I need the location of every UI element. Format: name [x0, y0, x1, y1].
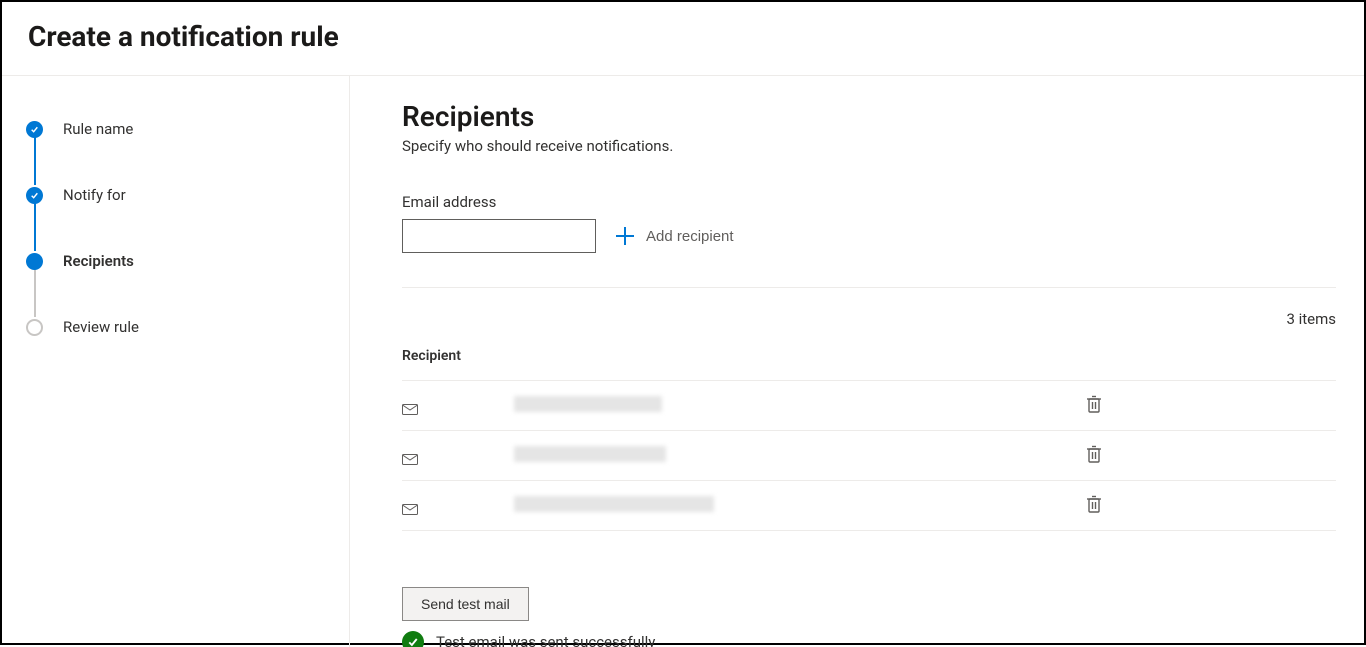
delete-recipient-button[interactable]	[1082, 391, 1106, 420]
step-dot-icon	[26, 319, 43, 336]
plus-icon	[616, 227, 634, 245]
step-label: Notify for	[63, 186, 126, 204]
table-row	[402, 481, 1336, 531]
page-title: Create a notification rule	[28, 20, 1338, 53]
mail-icon	[402, 450, 418, 461]
checkmark-icon	[26, 121, 43, 138]
content-area: Recipients Specify who should receive no…	[350, 76, 1364, 647]
recipients-table: Recipient	[402, 348, 1336, 531]
wizard-step-notify-for[interactable]: Notify for	[26, 186, 325, 252]
recipient-email	[514, 446, 1082, 466]
email-label: Email address	[402, 193, 1336, 211]
table-header-recipient: Recipient	[402, 348, 1336, 381]
checkmark-icon	[26, 187, 43, 204]
page-header: Create a notification rule	[2, 2, 1364, 76]
wizard-step-review-rule[interactable]: Review rule	[26, 318, 325, 336]
content-subtitle: Specify who should receive notifications…	[402, 137, 1336, 155]
delete-recipient-button[interactable]	[1082, 441, 1106, 470]
delete-recipient-button[interactable]	[1082, 491, 1106, 520]
mail-icon	[402, 500, 418, 511]
steps-list: Rule name Notify for Recipients Review rule	[26, 120, 325, 336]
add-recipient-button[interactable]: Add recipient	[616, 227, 734, 245]
email-input[interactable]	[402, 219, 596, 253]
table-row	[402, 381, 1336, 431]
email-field-block: Email address Add recipient	[402, 193, 1336, 253]
items-count: 3 items	[402, 310, 1336, 328]
wizard-step-recipients[interactable]: Recipients	[26, 252, 325, 318]
wizard-sidebar: Rule name Notify for Recipients Review rule	[2, 76, 350, 647]
mail-icon	[402, 400, 418, 411]
content-title: Recipients	[402, 100, 1336, 133]
table-row	[402, 431, 1336, 481]
wizard-step-rule-name[interactable]: Rule name	[26, 120, 325, 186]
main-layout: Rule name Notify for Recipients Review rule…	[2, 76, 1364, 647]
step-dot-icon	[26, 253, 43, 270]
step-label: Rule name	[63, 120, 133, 138]
add-recipient-label: Add recipient	[646, 228, 734, 245]
section-divider	[402, 287, 1336, 288]
send-test-mail-button[interactable]: Send test mail	[402, 587, 529, 621]
recipient-email	[514, 496, 1082, 516]
step-label: Review rule	[63, 318, 139, 336]
step-label: Recipients	[63, 252, 134, 270]
recipient-email	[514, 396, 1082, 416]
